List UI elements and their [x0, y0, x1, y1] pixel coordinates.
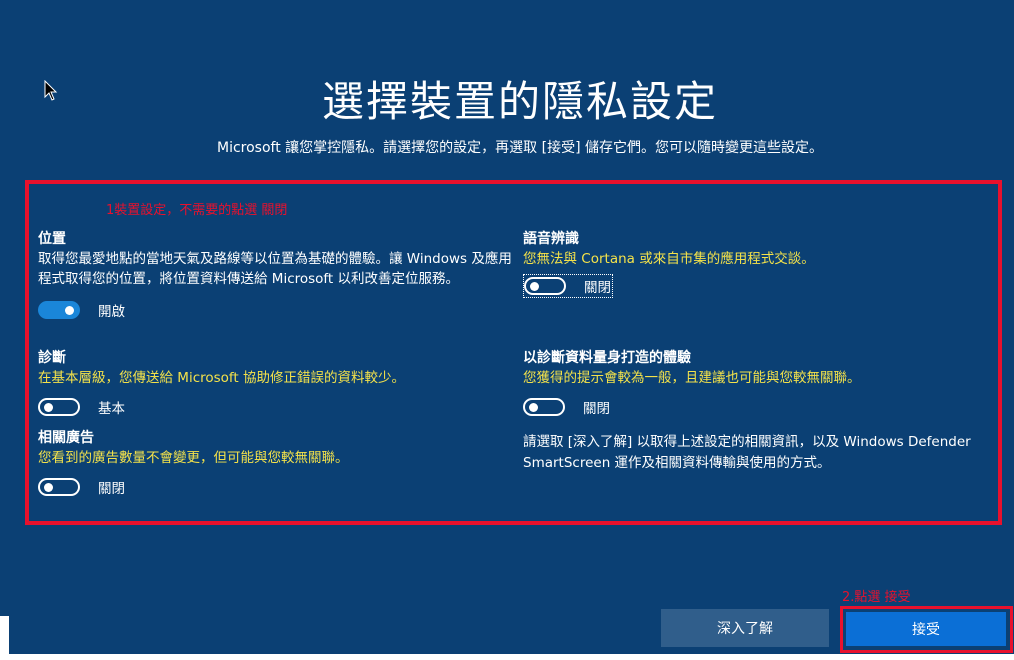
setting-diagnostics-description: 在基本層級，您傳送給 Microsoft 協助修正錯誤的資料較少。: [38, 370, 406, 386]
toggle-knob: [530, 282, 539, 291]
toggle-knob: [529, 403, 538, 412]
setting-diagnostics: 診斷 在基本層級，您傳送給 Microsoft 協助修正錯誤的資料較少。 基本: [38, 348, 516, 418]
setting-ads-title: 相關廣告: [38, 430, 94, 446]
annotation-step2: 2.點選 接受: [842, 590, 911, 605]
window-edge-bottom: [0, 654, 1014, 660]
setting-diagnostics-title: 診斷: [38, 350, 66, 366]
setting-location: 位置 取得您最愛地點的當地天氣及路線等以位置為基礎的體驗。讓 Windows 及…: [38, 229, 516, 321]
annotation-step1: 1裝置設定，不需要的點選 關閉: [106, 203, 288, 218]
setting-location-title: 位置: [38, 231, 66, 247]
setting-speech-title: 語音辨識: [523, 231, 579, 247]
ads-toggle[interactable]: [38, 478, 80, 496]
setting-tailored-description: 您獲得的提示會較為一般，且建議也可能與您較無關聯。: [523, 370, 861, 386]
setting-speech: 語音辨識 您無法與 Cortana 或來自市集的應用程式交談。 關閉: [523, 229, 1003, 298]
setting-ads-description: 您看到的廣告數量不會變更，但可能與您較無關聯。: [38, 450, 349, 466]
location-toggle-label: 開啟: [98, 304, 125, 320]
tailored-toggle-label: 關閉: [583, 401, 610, 417]
ads-toggle-label: 關閉: [98, 481, 125, 497]
speech-toggle[interactable]: [524, 277, 566, 295]
info-line-2: SmartScreen 運作及相關資料傳輸與使用的方式。: [523, 455, 831, 471]
diagnostics-toggle-label: 基本: [98, 401, 125, 417]
accept-button[interactable]: 接受: [846, 612, 1006, 646]
diagnostics-toggle[interactable]: [38, 398, 80, 416]
page-title: 選擇裝置的隱私設定: [321, 77, 718, 126]
info-line-1: 請選取 [深入了解] 以取得上述設定的相關資訊，以及 Windows Defen…: [523, 434, 971, 450]
setting-relevant-ads: 相關廣告 您看到的廣告數量不會變更，但可能與您較無關聯。 關閉: [38, 428, 516, 498]
setting-tailored-experiences: 以診斷資料量身打造的體驗 您獲得的提示會較為一般，且建議也可能與您較無關聯。 關…: [523, 348, 1003, 418]
toggle-knob: [65, 306, 74, 315]
setting-tailored-title: 以診斷資料量身打造的體驗: [523, 350, 691, 366]
setting-location-description: 取得您最愛地點的當地天氣及路線等以位置為基礎的體驗。讓 Windows 及應用程…: [38, 251, 512, 287]
toggle-knob: [44, 483, 53, 492]
speech-toggle-focus[interactable]: 關閉: [523, 274, 613, 298]
location-toggle[interactable]: [38, 301, 80, 319]
setting-speech-description: 您無法與 Cortana 或來自市集的應用程式交談。: [523, 251, 815, 267]
speech-toggle-label: 關閉: [584, 280, 611, 296]
learn-more-button[interactable]: 深入了解: [661, 609, 829, 647]
toggle-knob: [44, 403, 53, 412]
page-subtitle: Microsoft 讓您掌控隱私。請選擇您的設定，再選取 [接受] 儲存它們。您…: [217, 140, 823, 156]
tailored-toggle[interactable]: [523, 398, 565, 416]
learn-more-info: 請選取 [深入了解] 以取得上述設定的相關資訊，以及 Windows Defen…: [523, 432, 1013, 474]
